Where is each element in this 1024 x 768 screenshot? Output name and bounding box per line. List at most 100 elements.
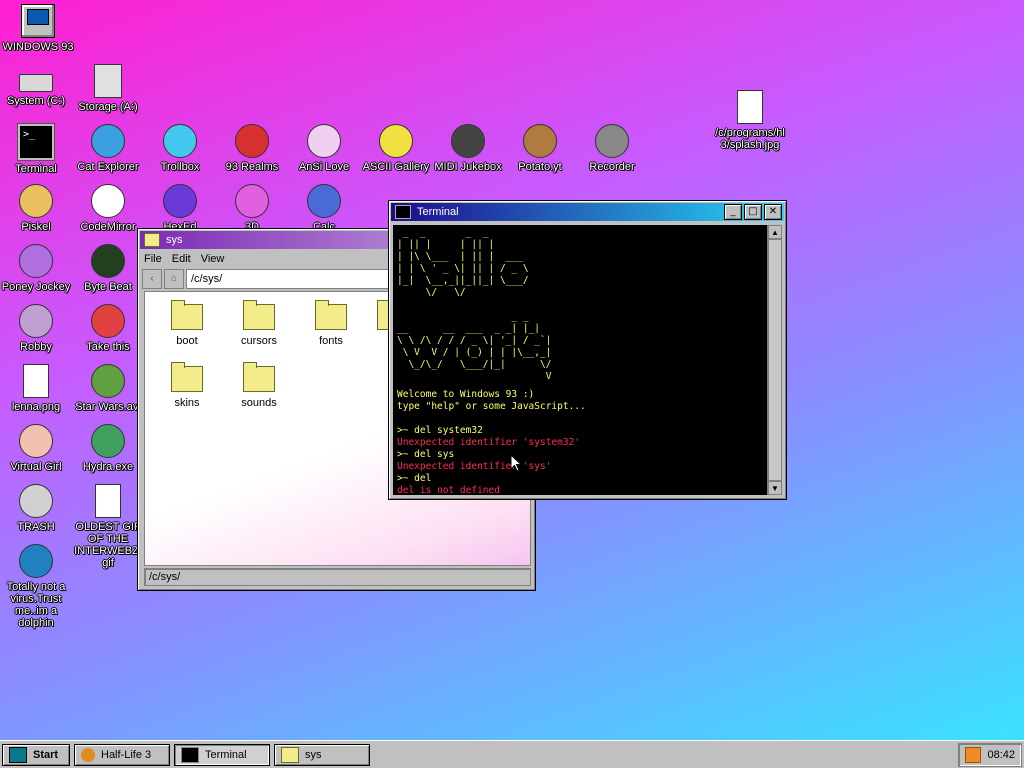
- desktop-icon[interactable]: Piskel: [0, 184, 72, 233]
- desktop-icon-label: Trollbox: [160, 161, 200, 173]
- mouse-pointer-icon: [511, 455, 523, 472]
- shortcut-file-icon: [737, 90, 763, 124]
- letter-a-icon: [307, 124, 341, 158]
- desktop-icon[interactable]: Totally not a virus.Trust me..im a dolph…: [0, 544, 72, 629]
- minimize-button[interactable]: _: [724, 204, 742, 220]
- desktop-icon[interactable]: Potato.yt: [504, 124, 576, 173]
- task-half-life-3[interactable]: Half-Life 3: [74, 743, 170, 766]
- chat-bubble-icon: [163, 124, 197, 158]
- back-button[interactable]: ‹: [142, 269, 162, 289]
- desktop-icon-label: Piskel: [21, 221, 51, 233]
- folder-label: sounds: [241, 397, 277, 409]
- clock: 08:42: [987, 748, 1015, 761]
- desktop-icon[interactable]: Trollbox: [144, 124, 216, 173]
- desktop-icon[interactable]: 93 Realms: [216, 124, 288, 173]
- calculator-icon: [307, 184, 341, 218]
- close-button[interactable]: ✕: [764, 204, 782, 220]
- desktop-icon-label: Totally not a virus.Trust me..im a dolph…: [6, 581, 66, 629]
- palette-icon: [19, 184, 53, 218]
- home-button[interactable]: ⌂: [164, 269, 184, 289]
- hydra-icon: [91, 424, 125, 458]
- terminal-window[interactable]: Terminal _ □ ✕ _ _ _ _ | || | | || | | |…: [388, 200, 787, 500]
- desktop-icon[interactable]: Robby: [0, 304, 72, 353]
- knight-icon: [235, 124, 269, 158]
- hello-world-ascii-art: _ _ _ _ | || | | || | | |\ \___ | || | _…: [397, 227, 552, 382]
- folder-sounds[interactable]: sounds: [229, 358, 289, 409]
- terminal-line: >~ del: [397, 473, 432, 484]
- folder-icon: [144, 233, 160, 247]
- desktop-icon[interactable]: lenna.png: [0, 364, 72, 413]
- terminal-titlebar[interactable]: Terminal _ □ ✕: [391, 203, 784, 221]
- numbers-icon: [379, 124, 413, 158]
- menu-file[interactable]: File: [144, 253, 162, 265]
- folder-cursors[interactable]: cursors: [229, 296, 289, 347]
- folder-label: cursors: [240, 335, 278, 347]
- desktop-icon[interactable]: TRASH: [0, 484, 72, 533]
- folder-fonts[interactable]: fonts: [301, 296, 361, 347]
- desktop-icon-label: MIDI Jukebox: [434, 161, 502, 173]
- folder-skins[interactable]: skins: [157, 358, 217, 409]
- terminal-output[interactable]: _ _ _ _ | || | | || | | |\ \___ | || | _…: [393, 225, 768, 495]
- desktop-icon[interactable]: Poney Jockey: [0, 244, 72, 293]
- desktop-icon[interactable]: ASCII Gallery: [360, 124, 432, 173]
- desktop-icon[interactable]: CodeMirror: [72, 184, 144, 233]
- desktop-icon[interactable]: Take this: [72, 304, 144, 353]
- terminal-icon: [17, 123, 55, 161]
- desktop-icon-label: CodeMirror: [80, 221, 136, 233]
- desktop-icon[interactable]: Terminal: [0, 123, 72, 175]
- terminal-title: Terminal: [417, 206, 459, 218]
- desktop-icon[interactable]: /c/programs/hl3/splash.jpg: [714, 90, 786, 151]
- cat-globe-icon: [91, 124, 125, 158]
- desktop-icon[interactable]: Storage (A:): [72, 64, 144, 113]
- desktop-icon[interactable]: System (C:): [0, 64, 72, 107]
- desktop-icon[interactable]: Cat Explorer: [72, 124, 144, 173]
- menu-edit[interactable]: Edit: [172, 253, 191, 265]
- desktop-icon[interactable]: Star Wars.avi: [72, 364, 144, 413]
- desktop-icon[interactable]: Virtual Girl: [0, 424, 72, 473]
- desktop-icon[interactable]: Hydra.exe: [72, 424, 144, 473]
- maximize-button[interactable]: □: [744, 204, 762, 220]
- windows-logo-icon: [9, 746, 27, 763]
- taskbar: Start Half-Life 3 Terminal sys 08:42: [0, 740, 1024, 768]
- explorer-statusbar: /c/sys/: [144, 568, 531, 586]
- desktop-icon[interactable]: WINDOWS 93: [2, 4, 74, 53]
- image-file-icon: [23, 364, 49, 398]
- desktop-icon[interactable]: MIDI Jukebox: [432, 124, 504, 173]
- task-label: Terminal: [205, 748, 247, 761]
- desktop-icon-label: lenna.png: [11, 401, 61, 413]
- piano-icon: [451, 124, 485, 158]
- desktop-icon[interactable]: Byte Beat: [72, 244, 144, 293]
- folder-icon: [171, 362, 203, 392]
- folder-label: skins: [174, 397, 200, 409]
- desktop-icon[interactable]: Recorder: [576, 124, 648, 173]
- desktop-icon[interactable]: Calc: [288, 184, 360, 233]
- terminal-line: >~ del system32: [397, 425, 483, 436]
- desktop-icon[interactable]: OLDEST GIF OF THE INTERWEBZ.gif: [72, 484, 144, 569]
- desktop-icon[interactable]: AnSi Love: [288, 124, 360, 173]
- start-button[interactable]: Start: [2, 743, 70, 766]
- terminal-scrollbar[interactable]: ▲ ▼: [767, 225, 782, 495]
- lambda-icon: [81, 747, 95, 762]
- task-sys[interactable]: sys: [274, 743, 370, 766]
- desktop-icon[interactable]: 3D: [216, 184, 288, 233]
- face-icon: [19, 424, 53, 458]
- scroll-down-arrow-icon[interactable]: ▼: [768, 481, 782, 495]
- start-label: Start: [33, 748, 59, 761]
- desktop-icon-label: Virtual Girl: [10, 461, 62, 473]
- menu-view[interactable]: View: [201, 253, 225, 265]
- folder-icon: [171, 300, 203, 330]
- desktop-icon-label: Robby: [20, 341, 52, 353]
- rss-icon[interactable]: [965, 746, 982, 763]
- terminal-icon: [181, 746, 199, 763]
- pony-icon: [19, 244, 53, 278]
- desktop-icon-label: AnSi Love: [298, 161, 350, 173]
- terminal-line: del is not defined: [397, 485, 500, 495]
- scroll-up-arrow-icon[interactable]: ▲: [768, 225, 782, 239]
- scroll-thumb[interactable]: [768, 239, 782, 481]
- desktop-icon-label: Storage (A:): [78, 101, 138, 113]
- desktop-icon[interactable]: HexEd: [144, 184, 216, 233]
- task-terminal[interactable]: Terminal: [174, 743, 270, 766]
- desktop-icon-label: Star Wars.avi: [75, 401, 141, 413]
- folder-boot[interactable]: boot: [157, 296, 217, 347]
- folder-label: boot: [176, 335, 198, 347]
